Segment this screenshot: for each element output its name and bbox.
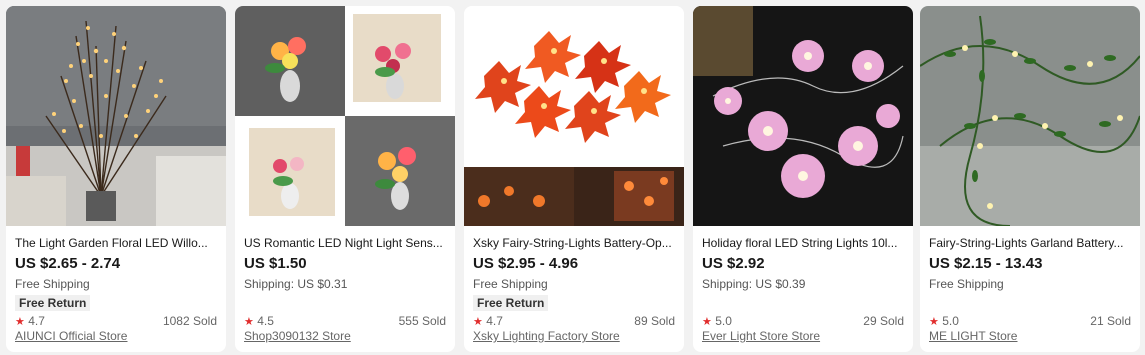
shipping-text: Shipping: US $0.31 [244,277,348,291]
star-icon: ★ [929,316,939,328]
sold-count: 555 Sold [398,314,446,328]
sold-count: 89 Sold [634,314,675,328]
product-title[interactable]: Xsky Fairy-String-Lights Battery-Op... [473,232,675,251]
product-title[interactable]: Fairy-String-Lights Garland Battery... [929,232,1131,251]
sold-count: 1082 Sold [162,314,217,328]
star-icon: ★ [702,316,712,328]
product-title[interactable]: US Romantic LED Night Light Sens... [244,232,446,251]
pink-flower-lights-image[interactable] [693,6,913,226]
rating-row: ★ 4.7 1082 Sold [15,313,217,329]
product-title[interactable]: Holiday floral LED String Lights 10l... [702,232,904,251]
star-icon: ★ [15,316,25,328]
vine-garland-lights-image[interactable] [920,6,1140,226]
store-link[interactable]: Xsky Lighting Factory Store [473,328,620,344]
product-price: US $2.65 - 2.74 [15,255,121,272]
star-icon: ★ [473,316,483,328]
product-card[interactable]: Fairy-String-Lights Garland Battery... U… [920,6,1140,352]
flower-night-light-image[interactable] [235,6,455,226]
shipping-text: Free Shipping [929,277,1004,291]
product-price: US $2.15 - 13.43 [929,255,1043,272]
rating-value: 4.7 [486,314,503,328]
rating-row: ★ 5.0 21 Sold [929,313,1131,329]
shipping-text: Shipping: US $0.39 [702,277,806,291]
rating-row: ★ 5.0 29 Sold [702,313,904,329]
product-card[interactable]: Xsky Fairy-String-Lights Battery-Op... U… [464,6,684,352]
star-icon: ★ [244,316,254,328]
product-price: US $2.95 - 4.96 [473,255,579,272]
free-return-badge: Free Return [473,295,549,311]
maple-leaf-lights-image[interactable] [464,6,684,226]
store-link[interactable]: Shop3090132 Store [244,328,351,344]
product-card[interactable]: Holiday floral LED String Lights 10l... … [693,6,913,352]
product-card[interactable]: The Light Garden Floral LED Willo... US … [6,6,226,352]
shipping-text: Free Shipping [473,277,548,291]
product-title[interactable]: The Light Garden Floral LED Willo... [15,232,217,251]
rating-row: ★ 4.7 89 Sold [473,313,675,329]
rating-value: 5.0 [942,314,959,328]
shipping-text: Free Shipping [15,277,90,291]
store-link[interactable]: AIUNCI Official Store [15,328,127,344]
rating-row: ★ 4.5 555 Sold [244,313,446,329]
rating-value: 5.0 [715,314,732,328]
product-price: US $1.50 [244,255,307,272]
willow-branch-lamp-image[interactable] [6,6,226,226]
product-price: US $2.92 [702,255,765,272]
store-link[interactable]: ME LIGHT Store [929,328,1017,344]
rating-value: 4.5 [257,314,274,328]
sold-count: 29 Sold [863,314,904,328]
free-return-badge: Free Return [15,295,91,311]
rating-value: 4.7 [28,314,45,328]
store-link[interactable]: Ever Light Store Store [702,328,820,344]
product-card[interactable]: US Romantic LED Night Light Sens... US $… [235,6,455,352]
sold-count: 21 Sold [1090,314,1131,328]
